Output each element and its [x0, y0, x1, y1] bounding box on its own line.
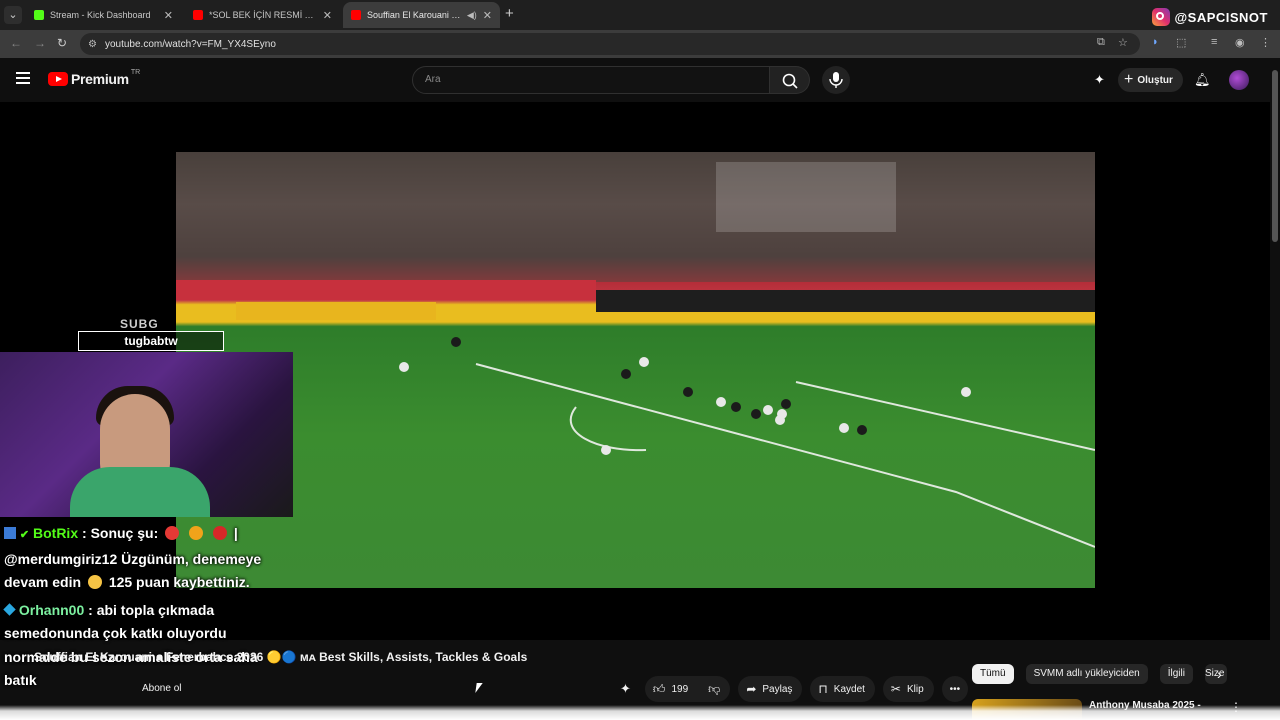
video-title: Souffian El Karouani ● Fenerbahce 2026 🟡… — [34, 650, 528, 664]
close-tab-icon[interactable]: ✕ — [323, 9, 332, 22]
save-button[interactable]: ⊓ Kaydet — [810, 676, 875, 702]
youtube-favicon-icon — [351, 10, 361, 20]
plus-icon: + — [1124, 71, 1134, 88]
more-horizontal-icon: ••• — [949, 683, 961, 695]
verified-badge-icon: ✔ — [19, 529, 30, 541]
share-arrow-icon: ➦ — [746, 682, 757, 696]
dislike-button[interactable]: 👎︎ — [698, 676, 731, 702]
media-control-icon[interactable]: ≡ — [1211, 36, 1217, 48]
chat-username: BotRix — [33, 525, 79, 541]
menu-icon[interactable] — [16, 72, 30, 84]
notifications-bell-icon[interactable]: 🔔︎ — [1194, 72, 1211, 88]
speaker-icon[interactable]: ◀) — [467, 10, 477, 21]
search-icon — [782, 73, 798, 89]
microphone-icon — [829, 72, 843, 88]
youtube-play-icon — [48, 72, 68, 86]
chat-message-botrix: ✔ BotRix : Sonuç şu: | @merdumgiriz12 Üz… — [4, 525, 262, 590]
kick-badge-icon — [4, 527, 16, 539]
bottom-brush-overlay — [0, 705, 1280, 720]
subg-logo: SUBG — [120, 317, 159, 331]
account-avatar[interactable] — [1229, 70, 1249, 90]
tab-search-icon[interactable]: ⌄ — [4, 6, 22, 24]
youtube-header: Premium TR Ara ✦ + Oluştur 🔔︎ — [0, 58, 1280, 102]
search-input[interactable]: Ara — [412, 66, 770, 94]
thumbs-up-icon: 👍︎ — [652, 681, 666, 696]
create-button[interactable]: + Oluştur — [1118, 68, 1183, 92]
video-frame[interactable] — [176, 152, 1095, 588]
youtube-logo[interactable]: Premium TR — [48, 69, 140, 87]
tab-youtube-transfer[interactable]: *SOL BEK İÇİN RESMİ TEKLİF YAPILDI ✕ — [185, 2, 340, 28]
forward-icon[interactable]: → — [34, 36, 46, 50]
ai-ask-icon[interactable]: ✦ — [620, 681, 631, 697]
close-tab-icon[interactable]: ✕ — [164, 9, 173, 22]
profile-icon[interactable]: ◉ — [1235, 36, 1245, 49]
video-actions: ✦ 👍︎ 199 👎︎ ➦ Paylaş ⊓ Kaydet ✂ Klip ••• — [620, 676, 976, 702]
address-bar[interactable]: ⚙ youtube.com/watch?v=FM_YX4SEyno — [80, 33, 1140, 55]
new-tab-icon[interactable]: + — [505, 5, 514, 22]
subscriber-badge-icon — [3, 602, 16, 616]
site-info-icon[interactable]: ⚙ — [88, 39, 97, 50]
share-button[interactable]: ➦ Paylaş — [738, 676, 803, 702]
browser-toolbar: ← → ↻ ⚙ youtube.com/watch?v=FM_YX4SEyno … — [0, 30, 1280, 58]
browser-menu-icon[interactable]: ⋮ — [1260, 36, 1271, 49]
close-tab-icon[interactable]: ✕ — [483, 9, 492, 22]
browser-tabstrip: ⌄ Stream - Kick Dashboard ✕ *SOL BEK İÇİ… — [0, 0, 1280, 30]
clip-button[interactable]: ✂ Klip — [882, 676, 934, 702]
instagram-icon — [1152, 8, 1171, 26]
chip-from-uploader[interactable]: SVMM adlı yükleyiciden — [1025, 664, 1148, 684]
kick-favicon-icon — [34, 10, 44, 20]
quick-actions-icon[interactable]: ✦ — [1094, 72, 1105, 88]
reload-icon[interactable]: ↻ — [57, 36, 67, 50]
pineapple-emoji-icon — [189, 526, 204, 540]
more-actions-button[interactable]: ••• — [941, 676, 969, 702]
chat-overlay: ✔ BotRix : Sonuç şu: | @merdumgiriz12 Üz… — [3, 522, 284, 693]
bookmark-star-icon[interactable]: ☆ — [1118, 36, 1128, 49]
voice-search-button[interactable] — [822, 66, 850, 94]
instagram-watermark: @SAPCISNOT — [1152, 8, 1268, 26]
tomato-emoji-icon — [212, 526, 227, 540]
search-button[interactable] — [770, 66, 810, 94]
tab-youtube-active[interactable]: Souffian El Karouani ● Welc ◀) ✕ — [343, 2, 500, 28]
chip-all[interactable]: Tümü — [972, 664, 1014, 684]
recommendation-chips: Tümü SVMM adlı yükleyiciden İlgili Size — [972, 664, 1239, 684]
like-button[interactable]: 👍︎ 199 — [644, 676, 699, 702]
bookmark-icon: ⊓ — [818, 682, 828, 696]
extension-icon[interactable]: ◗ — [1152, 36, 1159, 48]
chip-for-you[interactable]: Size — [1204, 664, 1227, 684]
subscribe-button[interactable]: Abone ol — [142, 683, 181, 694]
page-scrollbar[interactable] — [1272, 70, 1278, 242]
thumbs-down-icon: 👎︎ — [708, 681, 721, 696]
streamer-webcam — [0, 352, 293, 517]
chat-message-orhann00: Orhann00 : abi topla çıkmada semedonunda… — [3, 601, 258, 688]
subscriber-name: tugbabtw — [78, 331, 224, 351]
sad-face-emoji-icon — [87, 575, 102, 589]
football-pitch-image — [176, 152, 1095, 548]
chat-username: Orhann00 — [18, 601, 85, 618]
back-icon[interactable]: ← — [10, 36, 22, 50]
youtube-favicon-icon — [193, 10, 203, 20]
strawberry-emoji-icon — [165, 526, 180, 540]
chevron-right-icon[interactable]: › — [1217, 666, 1222, 682]
install-app-icon[interactable]: ⧉ — [1097, 36, 1105, 49]
tab-kick-dashboard[interactable]: Stream - Kick Dashboard ✕ — [26, 2, 181, 28]
chip-related[interactable]: İlgili — [1159, 664, 1193, 684]
extensions-puzzle-icon[interactable]: ⬚ — [1176, 36, 1186, 49]
mouse-cursor — [475, 683, 483, 693]
scissors-icon: ✂ — [890, 682, 901, 696]
